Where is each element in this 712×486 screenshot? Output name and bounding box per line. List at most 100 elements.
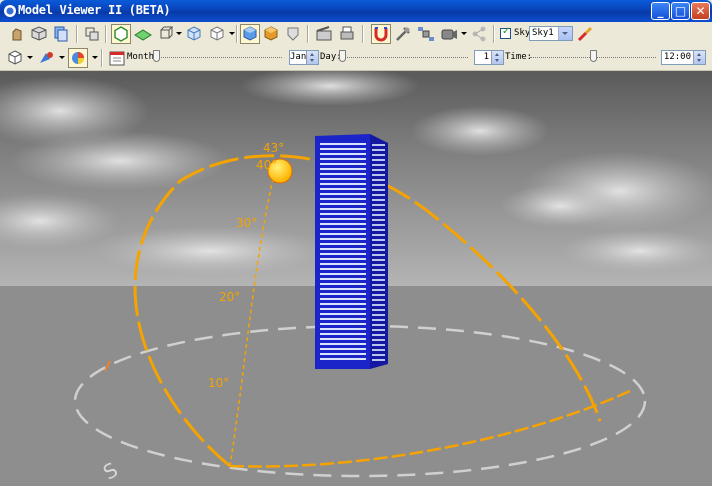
building-floor-stripe (320, 263, 366, 265)
solid-cube-button[interactable] (240, 24, 260, 44)
building-side-stripe (372, 304, 385, 306)
building-side-stripe (372, 264, 385, 266)
building-side-stripe (372, 299, 385, 301)
building-floor-stripe (320, 293, 366, 295)
month-slider-track[interactable] (156, 57, 282, 60)
building-side-stripe (372, 349, 385, 351)
day-slider-thumb[interactable] (339, 50, 346, 62)
camera-icon[interactable] (440, 25, 458, 43)
building-side-stripe (372, 224, 385, 226)
blue-cube-icon (243, 26, 257, 41)
building-side-stripe (372, 309, 385, 311)
building-floor-stripe (320, 348, 366, 350)
white-cube-icon[interactable] (208, 25, 226, 43)
building-side-stripe (372, 229, 385, 231)
sun-altitude-label: 43° (263, 141, 285, 155)
calendar-icon[interactable] (108, 49, 126, 67)
building-side-stripe (372, 174, 385, 176)
time-toolbar: Month: Jan Day: 1 Time: 12:00 (0, 46, 712, 71)
building-floor-stripe (320, 148, 366, 150)
building-floor-stripe (320, 208, 366, 210)
building-side-stripe (372, 354, 385, 356)
sky-checkbox[interactable]: ✓ (500, 26, 511, 39)
building-floor-stripe (320, 173, 366, 175)
transparent-cube-icon[interactable] (185, 25, 203, 43)
building-side-stripe (372, 169, 385, 171)
building-side-stripe (372, 149, 385, 151)
building-side-stripe (372, 344, 385, 346)
arc-label-10: 10° (208, 376, 230, 390)
building-side-stripe (372, 314, 385, 316)
view-cube-icon[interactable] (6, 49, 24, 67)
building-side-stripe (372, 204, 385, 206)
sky-select[interactable]: Sky1 (529, 26, 573, 41)
open-model-icon[interactable] (30, 25, 48, 43)
month-slider-thumb[interactable] (153, 50, 160, 62)
building-side-stripe (372, 154, 385, 156)
building-side-stripe (372, 144, 385, 146)
close-button[interactable]: ✕ (691, 2, 710, 20)
day-slider-track[interactable] (342, 57, 468, 60)
scene-drawing (0, 71, 712, 478)
building-side-stripe (372, 179, 385, 181)
building-side-stripe (372, 244, 385, 246)
building-floor-stripe (320, 158, 366, 160)
month-spinner[interactable]: Jan (289, 50, 319, 65)
sky-label: Sky (514, 28, 531, 38)
spin-arrows-icon[interactable] (491, 51, 503, 64)
textured-cube-icon[interactable] (262, 25, 280, 43)
building-side-stripe (372, 289, 385, 291)
light-settings-button[interactable] (68, 48, 88, 68)
shaded-mode-button[interactable] (111, 24, 131, 44)
box-select-icon[interactable] (83, 25, 101, 43)
building-floor-stripe (320, 258, 366, 260)
copy-icon[interactable] (52, 25, 70, 43)
wireframe-cube-icon[interactable] (157, 25, 175, 43)
tools-icon[interactable] (394, 25, 412, 43)
building-side-stripe (372, 334, 385, 336)
building-floor-stripe (320, 318, 366, 320)
time-label: Time: (505, 52, 533, 62)
magnet-icon (374, 27, 388, 42)
building-floor-stripe (320, 268, 366, 270)
title-bar[interactable]: Model Viewer II (BETA) _ □ ✕ (0, 0, 712, 22)
clapper-icon[interactable] (315, 25, 333, 43)
building-floor-stripe (320, 308, 366, 310)
building-side-stripe (372, 234, 385, 236)
building-side-stripe (372, 359, 385, 361)
spin-arrows-icon[interactable] (693, 51, 705, 64)
camera-color-icon[interactable] (38, 49, 56, 67)
time-slider-thumb[interactable] (590, 50, 597, 62)
building-side-stripe (372, 199, 385, 201)
building-side-stripe (372, 219, 385, 221)
building-side-stripe (372, 159, 385, 161)
building-floor-stripe (320, 303, 366, 305)
pan-icon[interactable] (8, 25, 26, 43)
month-value: Jan (290, 52, 307, 62)
spin-arrows-icon[interactable] (306, 51, 318, 64)
building-floor-stripe (320, 323, 366, 325)
day-spinner[interactable]: 1 (474, 50, 504, 65)
paint-brush-icon[interactable] (576, 25, 594, 43)
print-icon[interactable] (338, 25, 356, 43)
time-spinner[interactable]: 12:00 (661, 50, 706, 65)
3d-viewport[interactable]: 43° 40° 30° 20° 10° S (0, 71, 712, 486)
building-side-stripe (372, 184, 385, 186)
share-icon[interactable] (470, 25, 488, 43)
building-floor-stripe (320, 143, 366, 145)
building-floor-stripe (320, 358, 366, 360)
building-model (315, 134, 388, 369)
ground-plane-icon[interactable] (134, 25, 152, 43)
maximize-button[interactable]: □ (671, 2, 690, 20)
satellite-icon[interactable] (417, 25, 435, 43)
arc-label-30: 30° (236, 216, 258, 230)
minimize-button[interactable]: _ (651, 2, 670, 20)
sun-position-button[interactable] (371, 24, 391, 44)
building-floor-stripe (320, 188, 366, 190)
building-floor-stripe (320, 353, 366, 355)
building-floor-stripe (320, 213, 366, 215)
building-side-stripe (372, 294, 385, 296)
chevron-down-icon (558, 27, 572, 40)
shield-icon[interactable] (284, 25, 302, 43)
building-floor-stripe (320, 313, 366, 315)
